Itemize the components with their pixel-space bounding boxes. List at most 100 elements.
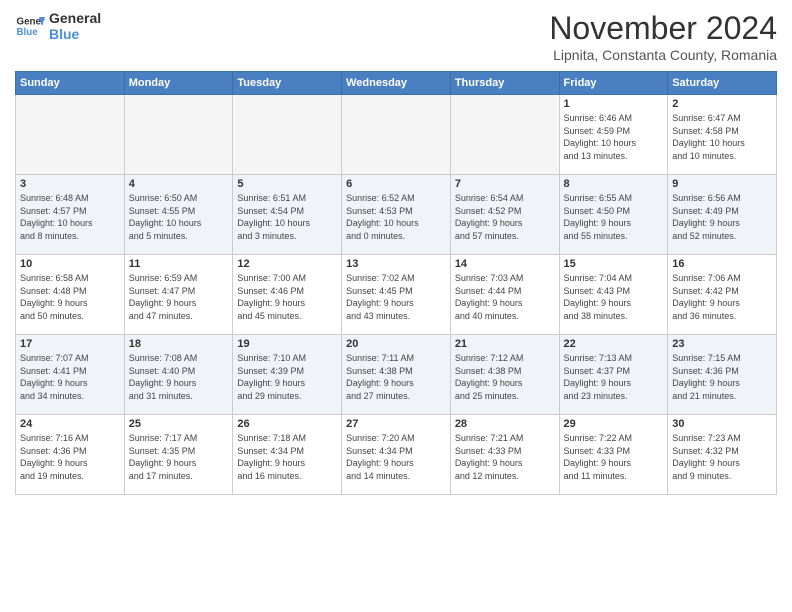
- calendar-cell: 21Sunrise: 7:12 AM Sunset: 4:38 PM Dayli…: [450, 335, 559, 415]
- day-info: Sunrise: 7:23 AM Sunset: 4:32 PM Dayligh…: [672, 432, 772, 482]
- calendar-cell: 23 Sunrise: 7:15 AM Sunset: 4:36 PM Dayli…: [668, 335, 777, 415]
- col-header-sunday: Sunday: [16, 72, 125, 95]
- calendar-cell: 5 Sunrise: 6:51 AM Sunset: 4:54 PM Daylig…: [233, 175, 342, 255]
- location-subtitle: Lipnita, Constanta County, Romania: [549, 47, 777, 63]
- day-number: 23: [672, 338, 772, 350]
- calendar-cell: 26 Sunrise: 7:18 AM Sunset: 4:34 PM Dayli…: [233, 415, 342, 495]
- day-info: Sunrise: 6:54 AM Sunset: 4:52 PM Dayligh…: [455, 192, 555, 242]
- day-info: Sunrise: 7:04 AM Sunset: 4:43 PM Dayligh…: [564, 272, 664, 322]
- day-info: Sunrise: 7:15 AM Sunset: 4:36 PM Dayligh…: [672, 352, 772, 402]
- calendar-cell: 18 Sunrise: 7:08 AM Sunset: 4:40 PM Dayli…: [124, 335, 233, 415]
- day-number: 13: [346, 258, 446, 270]
- day-info: Sunrise: 6:51 AM Sunset: 4:54 PM Dayligh…: [237, 192, 337, 242]
- calendar-cell: 10 Sunrise: 6:58 AM Sunset: 4:48 PM Dayli…: [16, 255, 125, 335]
- day-number: 7: [455, 178, 555, 190]
- day-number: 18: [129, 338, 229, 350]
- calendar-cell: [124, 95, 233, 175]
- calendar-cell: 8 Sunrise: 6:55 AM Sunset: 4:50 PM Daylig…: [559, 175, 668, 255]
- page: General Blue General Blue November 2024 …: [0, 0, 792, 612]
- day-info: Sunrise: 7:08 AM Sunset: 4:40 PM Dayligh…: [129, 352, 229, 402]
- day-info: Sunrise: 6:47 AM Sunset: 4:58 PM Dayligh…: [672, 112, 772, 162]
- day-number: 28: [455, 418, 555, 430]
- calendar-cell: [450, 95, 559, 175]
- day-info: Sunrise: 6:55 AM Sunset: 4:50 PM Dayligh…: [564, 192, 664, 242]
- day-number: 1: [564, 98, 664, 110]
- day-number: 20: [346, 338, 446, 350]
- calendar-cell: 3 Sunrise: 6:48 AM Sunset: 4:57 PM Daylig…: [16, 175, 125, 255]
- calendar-cell: [16, 95, 125, 175]
- calendar-cell: 14Sunrise: 7:03 AM Sunset: 4:44 PM Dayli…: [450, 255, 559, 335]
- day-info: Sunrise: 7:00 AM Sunset: 4:46 PM Dayligh…: [237, 272, 337, 322]
- logo-blue: Blue: [49, 26, 101, 42]
- week-row-2: 3 Sunrise: 6:48 AM Sunset: 4:57 PM Daylig…: [16, 175, 777, 255]
- day-info: Sunrise: 7:10 AM Sunset: 4:39 PM Dayligh…: [237, 352, 337, 402]
- calendar-cell: 4 Sunrise: 6:50 AM Sunset: 4:55 PM Daylig…: [124, 175, 233, 255]
- day-number: 10: [20, 258, 120, 270]
- logo-icon: General Blue: [15, 11, 45, 41]
- calendar-table: SundayMondayTuesdayWednesdayThursdayFrid…: [15, 71, 777, 495]
- day-info: Sunrise: 7:06 AM Sunset: 4:42 PM Dayligh…: [672, 272, 772, 322]
- day-number: 21: [455, 338, 555, 350]
- col-header-thursday: Thursday: [450, 72, 559, 95]
- col-header-wednesday: Wednesday: [342, 72, 451, 95]
- day-info: Sunrise: 7:02 AM Sunset: 4:45 PM Dayligh…: [346, 272, 446, 322]
- calendar-cell: 22Sunrise: 7:13 AM Sunset: 4:37 PM Dayli…: [559, 335, 668, 415]
- day-number: 22: [564, 338, 664, 350]
- day-info: Sunrise: 7:18 AM Sunset: 4:34 PM Dayligh…: [237, 432, 337, 482]
- day-info: Sunrise: 6:58 AM Sunset: 4:48 PM Dayligh…: [20, 272, 120, 322]
- day-info: Sunrise: 7:21 AM Sunset: 4:33 PM Dayligh…: [455, 432, 555, 482]
- day-number: 12: [237, 258, 337, 270]
- day-number: 17: [20, 338, 120, 350]
- day-number: 27: [346, 418, 446, 430]
- week-row-5: 24 Sunrise: 7:16 AM Sunset: 4:36 PM Dayli…: [16, 415, 777, 495]
- col-header-saturday: Saturday: [668, 72, 777, 95]
- day-number: 15: [564, 258, 664, 270]
- day-number: 6: [346, 178, 446, 190]
- day-info: Sunrise: 7:20 AM Sunset: 4:34 PM Dayligh…: [346, 432, 446, 482]
- calendar-cell: 15 Sunrise: 7:04 AM Sunset: 4:43 PM Dayli…: [559, 255, 668, 335]
- calendar-cell: 30 Sunrise: 7:23 AM Sunset: 4:32 PM Dayli…: [668, 415, 777, 495]
- calendar-cell: 19Sunrise: 7:10 AM Sunset: 4:39 PM Dayli…: [233, 335, 342, 415]
- day-number: 24: [20, 418, 120, 430]
- week-row-4: 17 Sunrise: 7:07 AM Sunset: 4:41 PM Dayli…: [16, 335, 777, 415]
- calendar-cell: 13 Sunrise: 7:02 AM Sunset: 4:45 PM Dayli…: [342, 255, 451, 335]
- day-number: 25: [129, 418, 229, 430]
- day-info: Sunrise: 7:16 AM Sunset: 4:36 PM Dayligh…: [20, 432, 120, 482]
- header-row: SundayMondayTuesdayWednesdayThursdayFrid…: [16, 72, 777, 95]
- day-info: Sunrise: 6:46 AM Sunset: 4:59 PM Dayligh…: [564, 112, 664, 162]
- month-title: November 2024: [549, 10, 777, 47]
- calendar-cell: 2Sunrise: 6:47 AM Sunset: 4:58 PM Daylig…: [668, 95, 777, 175]
- day-info: Sunrise: 7:11 AM Sunset: 4:38 PM Dayligh…: [346, 352, 446, 402]
- calendar-cell: 20 Sunrise: 7:11 AM Sunset: 4:38 PM Dayli…: [342, 335, 451, 415]
- calendar-cell: 24 Sunrise: 7:16 AM Sunset: 4:36 PM Dayli…: [16, 415, 125, 495]
- day-info: Sunrise: 7:22 AM Sunset: 4:33 PM Dayligh…: [564, 432, 664, 482]
- day-number: 16: [672, 258, 772, 270]
- calendar-cell: [233, 95, 342, 175]
- day-info: Sunrise: 6:48 AM Sunset: 4:57 PM Dayligh…: [20, 192, 120, 242]
- calendar-cell: 9 Sunrise: 6:56 AM Sunset: 4:49 PM Daylig…: [668, 175, 777, 255]
- day-number: 26: [237, 418, 337, 430]
- col-header-monday: Monday: [124, 72, 233, 95]
- calendar-cell: 1 Sunrise: 6:46 AM Sunset: 4:59 PM Daylig…: [559, 95, 668, 175]
- calendar-cell: 6Sunrise: 6:52 AM Sunset: 4:53 PM Daylig…: [342, 175, 451, 255]
- day-number: 30: [672, 418, 772, 430]
- header: General Blue General Blue November 2024 …: [15, 10, 777, 63]
- day-number: 5: [237, 178, 337, 190]
- calendar-cell: [342, 95, 451, 175]
- day-number: 3: [20, 178, 120, 190]
- day-info: Sunrise: 6:56 AM Sunset: 4:49 PM Dayligh…: [672, 192, 772, 242]
- calendar-cell: 29 Sunrise: 7:22 AM Sunset: 4:33 PM Dayli…: [559, 415, 668, 495]
- day-info: Sunrise: 7:07 AM Sunset: 4:41 PM Dayligh…: [20, 352, 120, 402]
- day-info: Sunrise: 7:03 AM Sunset: 4:44 PM Dayligh…: [455, 272, 555, 322]
- day-number: 9: [672, 178, 772, 190]
- day-number: 4: [129, 178, 229, 190]
- day-number: 8: [564, 178, 664, 190]
- day-number: 29: [564, 418, 664, 430]
- day-number: 11: [129, 258, 229, 270]
- day-info: Sunrise: 6:50 AM Sunset: 4:55 PM Dayligh…: [129, 192, 229, 242]
- week-row-3: 10 Sunrise: 6:58 AM Sunset: 4:48 PM Dayli…: [16, 255, 777, 335]
- calendar-cell: 7 Sunrise: 6:54 AM Sunset: 4:52 PM Daylig…: [450, 175, 559, 255]
- week-row-1: 1 Sunrise: 6:46 AM Sunset: 4:59 PM Daylig…: [16, 95, 777, 175]
- calendar-cell: 25 Sunrise: 7:17 AM Sunset: 4:35 PM Dayli…: [124, 415, 233, 495]
- day-info: Sunrise: 7:17 AM Sunset: 4:35 PM Dayligh…: [129, 432, 229, 482]
